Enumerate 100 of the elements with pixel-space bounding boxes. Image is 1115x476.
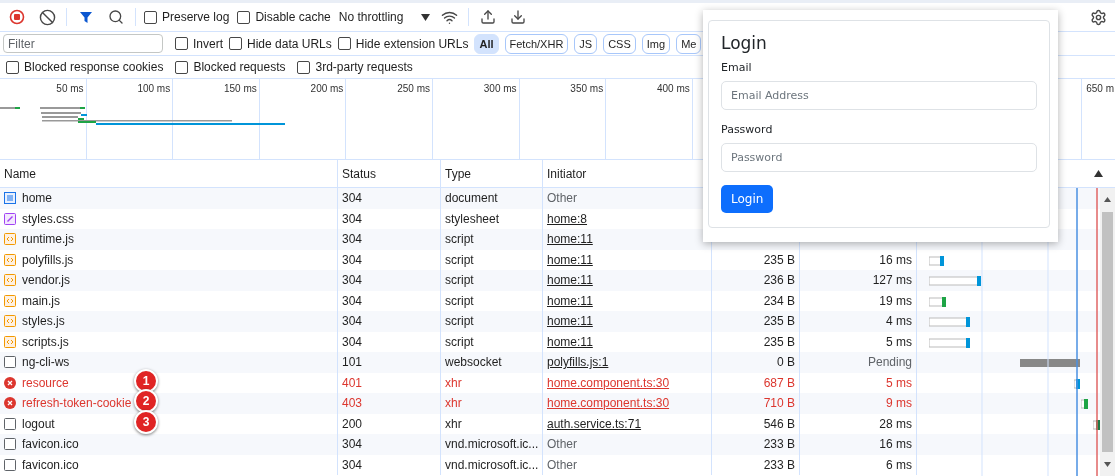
file-icon: [4, 458, 16, 471]
sort-icon[interactable]: [1094, 170, 1103, 177]
initiator-link[interactable]: home:11: [547, 273, 593, 288]
time-value: Pending: [867, 355, 912, 370]
type-filter-chip[interactable]: Fetch/XHR: [504, 33, 569, 54]
settings-icon[interactable]: [1089, 8, 1107, 26]
input-field[interactable]: Email Address: [721, 81, 1037, 110]
checkbox-box[interactable]: [297, 60, 311, 74]
checkbox-box[interactable]: [6, 60, 19, 74]
resource-type: websocket: [445, 355, 502, 370]
type-filter-chip[interactable]: CSS: [603, 33, 636, 54]
throttling-select[interactable]: No throttling: [338, 10, 431, 24]
time-tick-label: 400 ms: [656, 83, 690, 94]
size-value: 546 B: [763, 416, 795, 431]
error-icon: [4, 376, 16, 389]
request-name[interactable]: refresh-token-cookie: [22, 396, 132, 411]
checkbox-box[interactable]: [144, 10, 157, 24]
filter-field[interactable]: Filter: [3, 34, 163, 53]
request-name[interactable]: polyfills.js: [22, 252, 74, 267]
field-label: Email: [721, 61, 753, 74]
request-name[interactable]: main.js: [22, 293, 60, 308]
scrollbar[interactable]: [1100, 188, 1115, 476]
status-code: 101: [342, 355, 363, 370]
request-name[interactable]: favicon.ico: [22, 437, 79, 452]
resource-type: script: [445, 273, 474, 288]
checkbox[interactable]: Invert: [175, 36, 223, 51]
initiator-link[interactable]: home:11: [547, 314, 593, 329]
column-header[interactable]: Status: [342, 166, 377, 181]
size-value: 233 B: [763, 457, 795, 472]
size-value: 687 B: [763, 375, 795, 390]
request-name[interactable]: resource: [22, 375, 69, 390]
checkbox-box[interactable]: [237, 10, 251, 24]
numbered-callout: 2: [134, 389, 158, 413]
input-field[interactable]: Password: [721, 143, 1037, 172]
checkbox[interactable]: Preserve log: [144, 10, 230, 24]
checkbox[interactable]: Blocked requests: [175, 60, 286, 74]
type-filter-chip[interactable]: Me: [676, 33, 702, 54]
column-header[interactable]: Initiator: [547, 166, 587, 181]
timing-bar: [929, 255, 944, 266]
checkbox[interactable]: 3rd-party requests: [297, 60, 413, 74]
checkbox[interactable]: Disable cache: [237, 10, 331, 24]
checkbox-label: Preserve log: [162, 10, 230, 24]
initiator-link[interactable]: home:11: [547, 293, 593, 308]
search-icon[interactable]: [108, 9, 124, 25]
size-value: 234 B: [763, 293, 795, 308]
time-value: 9 ms: [886, 396, 912, 411]
status-code: 304: [342, 273, 363, 288]
caret-icon[interactable]: [421, 13, 431, 21]
time-tick-label: 350 ms: [570, 83, 604, 94]
checkbox-label: Disable cache: [255, 10, 331, 24]
file-icon: [4, 356, 16, 369]
checkbox-box[interactable]: [337, 37, 351, 50]
timing-bar: [929, 276, 981, 286]
initiator-text: Other: [547, 437, 577, 452]
column-header[interactable]: Name: [4, 166, 36, 181]
resource-type: document: [445, 191, 498, 206]
initiator-text: Other: [547, 457, 577, 472]
initiator-link[interactable]: home:11: [547, 334, 593, 349]
initiator-link[interactable]: polyfills.js:1: [547, 355, 609, 370]
script-icon: [4, 294, 16, 307]
initiator-link[interactable]: home:8: [547, 211, 588, 226]
request-name[interactable]: vendor.js: [22, 273, 71, 288]
resource-type: script: [445, 232, 474, 247]
time-value: 5 ms: [886, 334, 912, 349]
column-header[interactable]: Type: [445, 166, 471, 181]
time-tick-label: 100 ms: [137, 83, 171, 94]
request-name[interactable]: logout: [22, 416, 55, 431]
checkbox-box[interactable]: [175, 60, 189, 74]
checkbox-box[interactable]: [229, 37, 242, 50]
time-value: 4 ms: [886, 314, 912, 329]
timing-bar: [1081, 399, 1088, 409]
status-code: 401: [342, 375, 363, 390]
resource-type: xhr: [445, 375, 462, 390]
clear-icon[interactable]: [38, 8, 56, 26]
initiator-link[interactable]: home:11: [547, 252, 593, 267]
record-icon[interactable]: [9, 9, 25, 25]
initiator-link[interactable]: auth.service.ts:71: [547, 416, 642, 431]
initiator-link[interactable]: home.component.ts:30: [547, 396, 670, 411]
request-name[interactable]: favicon.ico: [22, 457, 79, 472]
type-filter-chip[interactable]: JS: [574, 33, 598, 54]
request-name[interactable]: ng-cli-ws: [22, 355, 70, 370]
resource-type: xhr: [445, 396, 462, 411]
download-icon[interactable]: [510, 9, 527, 25]
checkbox-box[interactable]: [175, 37, 188, 50]
time-tick-label: 50 ms: [56, 83, 84, 94]
type-filter-chip[interactable]: Img: [641, 33, 671, 54]
filter-icon[interactable]: [79, 10, 93, 24]
checkbox[interactable]: Hide data URLs: [229, 36, 332, 51]
request-name[interactable]: runtime.js: [22, 232, 74, 247]
request-name[interactable]: home: [22, 191, 53, 206]
status-code: 304: [342, 232, 363, 247]
initiator-link[interactable]: home.component.ts:30: [547, 375, 670, 390]
upload-icon[interactable]: [480, 9, 497, 25]
initiator-link[interactable]: home:11: [547, 232, 593, 247]
request-name[interactable]: scripts.js: [22, 334, 69, 349]
request-name[interactable]: styles.js: [22, 314, 65, 329]
login-button[interactable]: Login: [721, 185, 774, 213]
request-name[interactable]: styles.css: [22, 211, 74, 226]
type-filter-chip[interactable]: All: [474, 33, 499, 54]
field-label: Password: [721, 123, 774, 136]
